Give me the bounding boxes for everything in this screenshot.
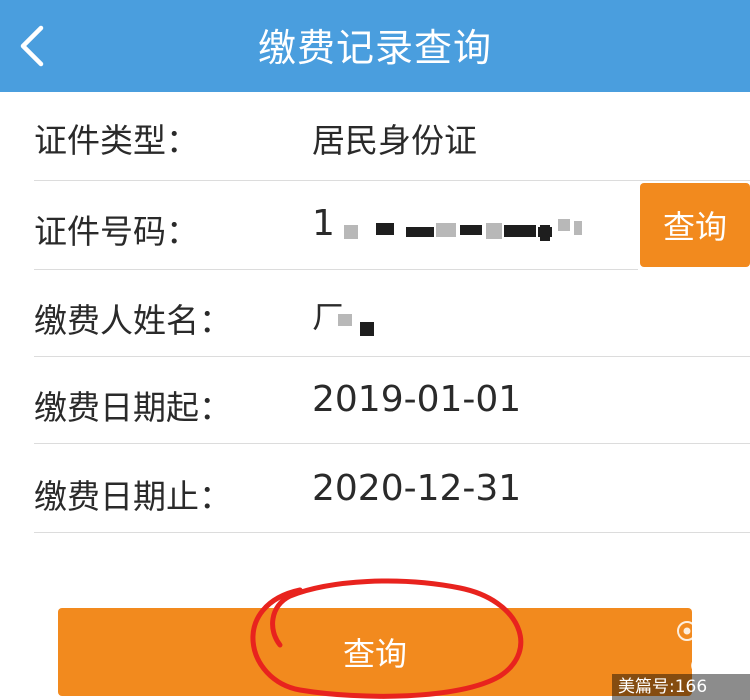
watermark-user: @雨 (690, 655, 724, 675)
end-date-label: 缴费日期止： (34, 477, 232, 516)
brand-logo-icon (677, 621, 697, 641)
end-date-row[interactable]: 缴费日期止： 2020-12-31 (34, 444, 750, 533)
back-button[interactable] (10, 20, 54, 72)
id-query-button[interactable]: 查询 (640, 183, 750, 267)
payer-name-label: 缴费人姓名： (34, 301, 232, 340)
watermark-id: 美篇号:166 (612, 674, 750, 700)
query-button[interactable]: 查询 (58, 608, 692, 696)
id-number-row: 证件号码： 1 (34, 181, 638, 270)
start-date-label: 缴费日期起： (34, 388, 232, 427)
page-title: 缴费记录查询 (257, 25, 492, 70)
id-number-label: 证件号码： (34, 212, 199, 251)
start-date-row[interactable]: 缴费日期起： 2019-01-01 (34, 357, 750, 444)
app-header: 缴费记录查询 (0, 0, 750, 92)
watermark-brand: 美篇 (702, 620, 742, 645)
id-number-field[interactable]: 1 (312, 203, 335, 244)
id-type-row[interactable]: 证件类型： 居民身份证 (34, 92, 750, 181)
watermark-logo: 美篇 (676, 616, 750, 646)
end-date-value[interactable]: 2020-12-31 (312, 468, 521, 509)
id-type-value[interactable]: 居民身份证 (312, 114, 477, 162)
start-date-value[interactable]: 2019-01-01 (312, 379, 521, 420)
chevron-left-icon (20, 25, 44, 67)
payer-name-row: 缴费人姓名： ㄏ (34, 270, 750, 357)
id-type-label: 证件类型： (34, 121, 199, 160)
